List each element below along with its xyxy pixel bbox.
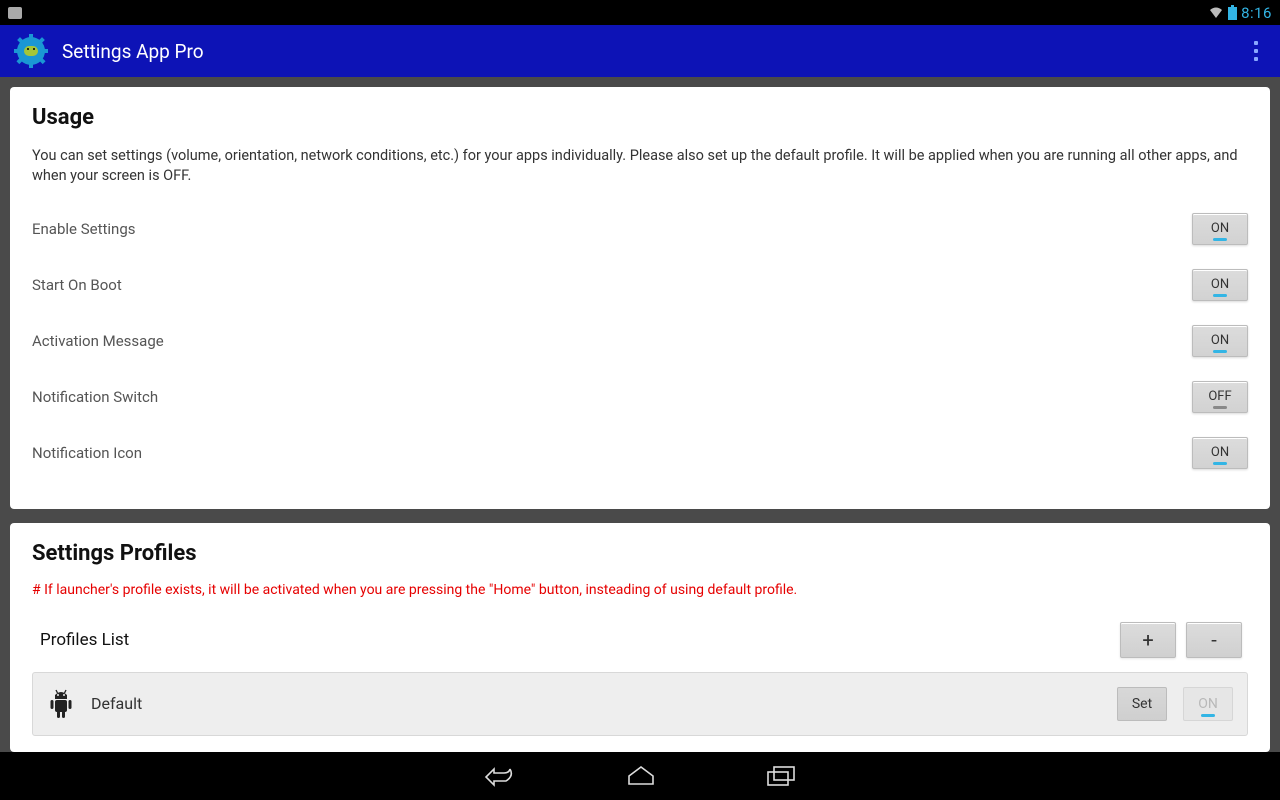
setting-label: Notification Switch (32, 388, 158, 406)
profile-name: Default (91, 694, 1101, 713)
usage-description: You can set settings (volume, orientatio… (32, 146, 1248, 187)
remove-profile-button[interactable]: - (1186, 622, 1242, 658)
setting-label: Activation Message (32, 332, 164, 350)
navigation-bar (0, 752, 1280, 800)
app-title: Settings App Pro (62, 40, 204, 63)
back-button[interactable] (484, 763, 516, 789)
recent-apps-button[interactable] (766, 765, 796, 787)
status-right: 8:16 (1208, 4, 1272, 22)
setting-label: Enable Settings (32, 220, 135, 238)
setting-row-activation-message: Activation Message ON (32, 313, 1248, 369)
clock: 8:16 (1241, 4, 1272, 22)
toggle-notification-switch[interactable]: OFF (1192, 381, 1248, 413)
toggle-enable-settings[interactable]: ON (1192, 213, 1248, 245)
profiles-heading: Settings Profiles (32, 541, 1248, 566)
overflow-menu-button[interactable] (1246, 35, 1266, 67)
profiles-list-title: Profiles List (40, 630, 129, 650)
setting-row-enable-settings: Enable Settings ON (32, 201, 1248, 257)
setting-label: Notification Icon (32, 444, 142, 462)
profiles-note: # If launcher's profile exists, it will … (32, 582, 1248, 598)
setting-label: Start On Boot (32, 276, 122, 294)
content-scroll[interactable]: Usage You can set settings (volume, orie… (0, 77, 1280, 752)
profile-set-button[interactable]: Set (1117, 687, 1167, 721)
profiles-card: Settings Profiles # If launcher's profil… (10, 523, 1270, 752)
setting-row-start-on-boot: Start On Boot ON (32, 257, 1248, 313)
battery-icon (1228, 5, 1237, 20)
add-profile-button[interactable]: + (1120, 622, 1176, 658)
profiles-list-header: Profiles List + - (32, 618, 1248, 672)
app-icon (14, 34, 48, 68)
status-bar: 8:16 (0, 0, 1280, 25)
toggle-notification-icon[interactable]: ON (1192, 437, 1248, 469)
home-button[interactable] (626, 764, 656, 788)
toggle-activation-message[interactable]: ON (1192, 325, 1248, 357)
toggle-start-on-boot[interactable]: ON (1192, 269, 1248, 301)
setting-row-notification-icon: Notification Icon ON (32, 425, 1248, 481)
status-left (8, 7, 22, 19)
usage-heading: Usage (32, 105, 1248, 130)
wifi-icon (1208, 6, 1224, 20)
profile-on-toggle[interactable]: ON (1183, 687, 1233, 721)
setting-row-notification-switch: Notification Switch OFF (32, 369, 1248, 425)
android-icon (47, 689, 75, 719)
notification-indicator-icon (8, 7, 22, 19)
action-bar: Settings App Pro (0, 25, 1280, 77)
profile-item-default[interactable]: Default Set ON (32, 672, 1248, 736)
usage-card: Usage You can set settings (volume, orie… (10, 87, 1270, 509)
